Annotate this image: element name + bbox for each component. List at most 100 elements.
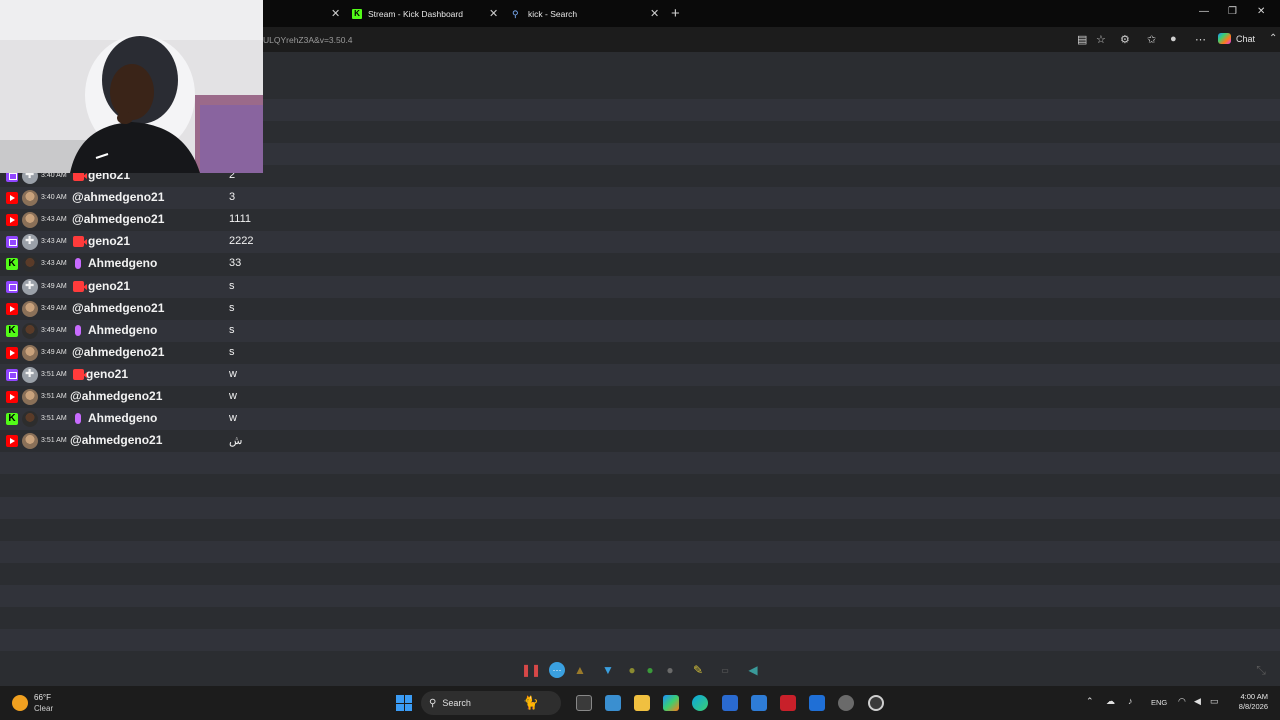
chat-panel: 3:40 AMgeno2123:40 AM@ahmedgeno2133:43 A… [0, 0, 1280, 674]
message-username[interactable]: geno21 [88, 279, 130, 293]
message-timestamp: 3:43 AM [41, 216, 67, 224]
browser-tab-1[interactable]: ✕ [263, 0, 345, 27]
youtube-icon [6, 435, 18, 448]
widgets-icon[interactable] [605, 695, 621, 711]
avatar [22, 366, 38, 383]
avatar [22, 278, 38, 295]
message-text: s [229, 279, 235, 292]
avatar [22, 190, 38, 207]
close-window-icon[interactable]: ✕ [1257, 6, 1265, 17]
expand-icon[interactable]: ⤡ [1253, 662, 1269, 678]
onedrive-icon[interactable]: ☁ [1106, 696, 1115, 707]
chat-row-stripe [0, 562, 1280, 585]
chat-message-row: 3:51 AM @ahmedgeno21 w [0, 386, 1280, 408]
taskbar-search-label: Search [442, 698, 471, 708]
twitch-icon [6, 280, 18, 293]
message-text: 2222 [229, 235, 254, 248]
kick-icon: K [6, 258, 18, 271]
message-username[interactable]: geno21 [86, 367, 128, 381]
speaker-icon[interactable]: ◀ [745, 662, 761, 678]
kick-icon: K [6, 324, 18, 337]
taskbar-search-box[interactable]: ⚲ Search 🐈 [421, 691, 561, 715]
camera-badge-icon [73, 280, 87, 292]
avatar [22, 433, 38, 450]
tab-label: Stream - Kick Dashboard [368, 8, 463, 19]
kick-icon: K [352, 8, 362, 19]
message-timestamp: 3:40 AM [41, 194, 67, 202]
youtube-icon [6, 302, 18, 315]
filter-icon[interactable]: ▼ [600, 662, 616, 678]
chat-toolbar: ❚❚ ⋯ ▲ ▼ ● ● ● ✎ ▭ ◀ ⤡ [0, 657, 1280, 685]
mcafee-icon[interactable] [780, 695, 796, 711]
new-tab-button[interactable]: + [671, 5, 680, 22]
message-username[interactable]: @ahmedgeno21 [70, 389, 162, 403]
browser-tab-kick-dashboard[interactable]: K Stream - Kick Dashboard ✕ [352, 0, 502, 27]
obs-icon[interactable] [868, 695, 884, 711]
restore-icon[interactable]: ❐ [1228, 6, 1237, 17]
app-icon[interactable] [751, 695, 767, 711]
favorites-icon[interactable]: ✩ [1147, 33, 1156, 46]
browser-tab-kick-search[interactable]: ⚲ kick - Search ✕ [512, 0, 662, 27]
chat-row-stripe [0, 452, 1280, 475]
message-username[interactable]: @ahmedgeno21 [72, 190, 164, 204]
broom-icon[interactable]: ✎ [690, 662, 706, 678]
microsoft-store-icon[interactable] [722, 695, 738, 711]
task-view-icon[interactable] [576, 695, 592, 711]
weather-description[interactable]: Clear [34, 704, 53, 713]
reader-mode-icon[interactable]: ▤ [1077, 33, 1087, 46]
taskbar-clock[interactable]: 4:00 AM 8/8/2026 [1232, 692, 1268, 712]
message-timestamp: 3:43 AM [41, 260, 67, 268]
windows-start-icon[interactable] [396, 695, 412, 711]
message-username[interactable]: @ahmedgeno21 [72, 212, 164, 226]
weather-temperature[interactable]: 66°F [34, 693, 51, 702]
emoji-icon[interactable]: ● [624, 662, 640, 678]
minimize-icon[interactable]: — [1199, 6, 1209, 17]
twitch-icon [6, 368, 18, 381]
clock-date: 8/8/2026 [1238, 702, 1268, 711]
wifi-icon[interactable]: ◠ [1178, 696, 1186, 707]
message-text: w [229, 390, 237, 402]
message-username[interactable]: Ahmedgeno [88, 256, 157, 270]
mail-icon[interactable] [809, 695, 825, 711]
show-hidden-icons-chevron-icon[interactable]: ⌃ [1086, 696, 1094, 707]
volume-icon[interactable]: ◀ [1194, 696, 1201, 707]
edge-browser-icon[interactable] [692, 695, 708, 711]
message-text: s [229, 301, 235, 314]
chat-message-row: K 3:49 AM Ahmedgeno s [0, 320, 1280, 342]
url-field[interactable]: ULQYrehZ3A&v=3.50.4 [263, 35, 353, 45]
close-tab-icon[interactable]: ✕ [650, 7, 659, 20]
close-tab-icon[interactable]: ✕ [489, 7, 498, 20]
chat-row-stripe [0, 629, 1280, 652]
message-username[interactable]: @ahmedgeno21 [72, 301, 164, 315]
favorite-star-icon[interactable]: ☆ [1096, 33, 1106, 46]
language-indicator[interactable]: ENG [1151, 698, 1167, 707]
copilot-app-icon[interactable] [663, 695, 679, 711]
clock-time: 4:00 AM [1240, 692, 1268, 701]
chat-message-row: 3:43 AM geno21 2222 [0, 231, 1280, 253]
file-explorer-icon[interactable] [634, 695, 650, 711]
message-username[interactable]: @ahmedgeno21 [70, 433, 162, 447]
message-username[interactable]: @ahmedgeno21 [72, 345, 164, 359]
microphone-icon[interactable]: ♪ [1128, 696, 1133, 706]
copilot-chat-button[interactable]: Chat ⌃ [1218, 33, 1277, 44]
extensions-icon[interactable]: ⚙ [1120, 33, 1130, 46]
message-timestamp: 3:40 AM [41, 172, 67, 179]
auto-icon[interactable]: ▭ [715, 662, 735, 678]
camera-badge-icon [73, 236, 87, 248]
settings-icon[interactable]: ● [662, 662, 678, 678]
settings-gear-icon[interactable] [838, 695, 854, 711]
message-username[interactable]: Ahmedgeno [88, 411, 157, 425]
profile-icon[interactable]: ● [1170, 33, 1177, 45]
battery-icon[interactable]: ▭ [1210, 696, 1219, 707]
more-menu-icon[interactable]: ⋯ [1195, 33, 1206, 46]
refresh-icon[interactable]: ● [642, 662, 658, 678]
bell-icon[interactable]: ▲ [572, 662, 588, 678]
close-tab-icon[interactable]: ✕ [331, 7, 340, 20]
chat-message-row: 3:51 AM geno21 w [0, 364, 1280, 386]
message-username[interactable]: geno21 [88, 234, 130, 248]
weather-moon-icon[interactable] [12, 695, 28, 711]
pause-icon[interactable]: ❚❚ [521, 662, 541, 678]
chat-bubble-icon[interactable]: ⋯ [549, 662, 565, 678]
collapse-chevron-icon[interactable]: ⌃ [1269, 33, 1277, 44]
message-username[interactable]: Ahmedgeno [88, 323, 157, 337]
